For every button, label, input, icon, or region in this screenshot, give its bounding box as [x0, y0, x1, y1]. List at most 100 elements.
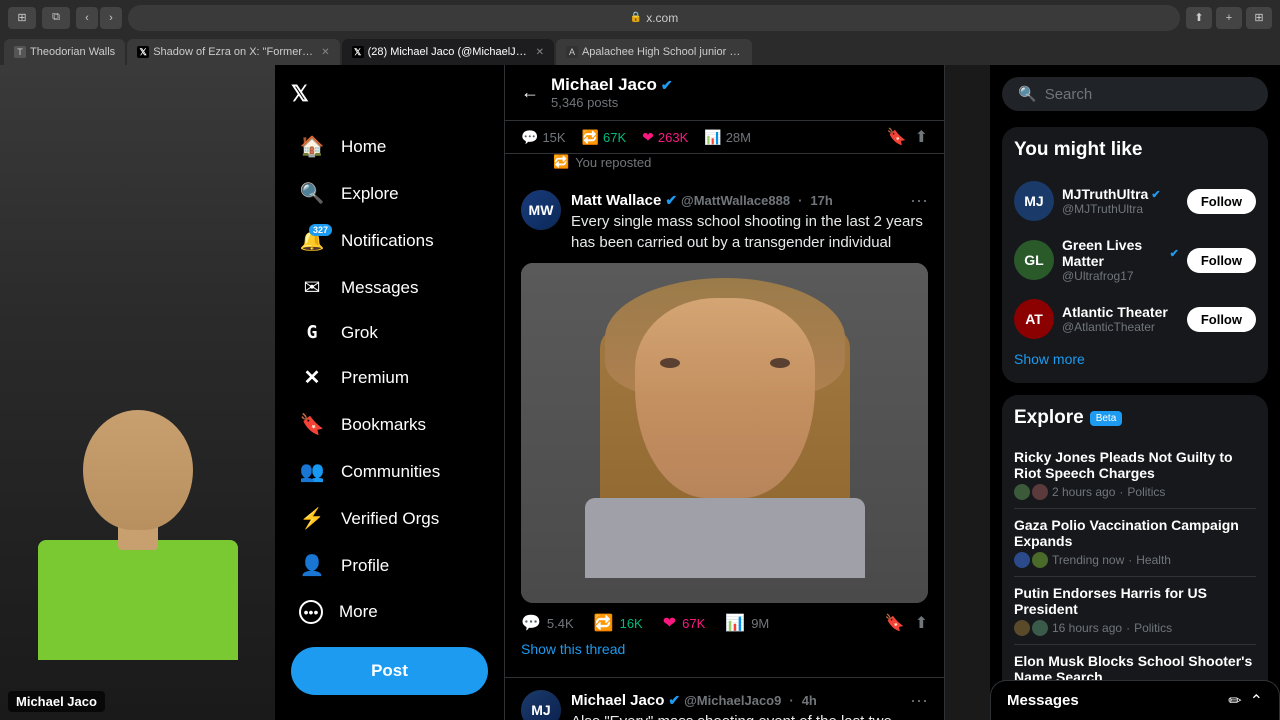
retweet-icon: 🔁: [594, 613, 614, 633]
sidebar-logo[interactable]: 𝕏: [275, 73, 504, 123]
retweet-action[interactable]: 🔁 16K: [594, 613, 643, 633]
explore-title-2: Putin Endorses Harris for US President: [1014, 585, 1256, 617]
tab-close-shadow[interactable]: ✕: [321, 47, 329, 58]
left-sidebar: 𝕏 🏠 Home 🔍 Explore 🔔 Notifications 327 ✉…: [275, 65, 505, 720]
show-more-button[interactable]: Show more: [1014, 347, 1256, 371]
share-action[interactable]: ⬆: [915, 613, 928, 633]
video-person-label: Michael Jaco: [8, 691, 105, 712]
explore-title-0: Ricky Jones Pleads Not Guilty to Riot Sp…: [1014, 449, 1256, 481]
tweet-2-more-button[interactable]: ···: [910, 690, 928, 711]
sidebar-item-verified-orgs[interactable]: ⚡ Verified Orgs: [283, 496, 496, 541]
views-icon: 📊: [704, 129, 721, 146]
stat-likes: ❤ 263K: [642, 127, 688, 147]
sidebar-item-messages[interactable]: ✉ Messages: [283, 265, 496, 310]
browser-toolbar: ⊞ ⧉ ‹ › 🔒 x.com ⬆ + ⊞: [0, 0, 1280, 35]
explore-avatars-0: [1014, 484, 1048, 500]
home-icon: 🏠: [299, 134, 325, 159]
explore-time-0: 2 hours ago: [1052, 485, 1115, 499]
bookmark-icon[interactable]: 🔖: [887, 127, 907, 147]
tweet-1-author-name: Matt Wallace ✔ @MattWallace888 · 17h: [571, 192, 833, 209]
forward-button[interactable]: ›: [100, 7, 122, 29]
explore-item-1[interactable]: Gaza Polio Vaccination Campaign Expands …: [1014, 509, 1256, 577]
reply-action[interactable]: 💬 5.4K: [521, 613, 574, 633]
address-bar[interactable]: 🔒 x.com: [128, 5, 1180, 31]
suggest-avatar-2[interactable]: AT: [1014, 299, 1054, 339]
bookmarks-icon: 🔖: [299, 412, 325, 437]
share-icon[interactable]: ⬆: [915, 127, 928, 147]
tweet-2-text: Also "Every" mass shooting event of the …: [571, 711, 928, 720]
suggest-handle-2: @AtlanticTheater: [1062, 320, 1179, 334]
tweet-2-verified: ✔: [668, 692, 680, 709]
menu-button[interactable]: ⊞: [1246, 7, 1272, 29]
premium-icon: ✕: [299, 365, 325, 390]
compose-message-icon[interactable]: ✏: [1228, 691, 1241, 711]
sidebar-item-more[interactable]: ••• More: [283, 590, 496, 634]
explore-meta-0: 2 hours ago · Politics: [1014, 484, 1256, 500]
url-text: x.com: [646, 11, 678, 25]
suggest-verified-0: ✔: [1151, 188, 1160, 201]
explore-item-2[interactable]: Putin Endorses Harris for US President 1…: [1014, 577, 1256, 645]
explore-avatars-1: [1014, 552, 1048, 568]
sidebar-item-grok[interactable]: G Grok: [283, 312, 496, 353]
tweet-2-time: 4h: [802, 693, 817, 708]
explore-dot-1: ·: [1128, 553, 1132, 567]
suggest-avatar-1[interactable]: GL: [1014, 240, 1054, 280]
tab-shadow[interactable]: 𝕏 Shadow of Ezra on X: "Former New York …: [127, 39, 339, 65]
window-btn[interactable]: ⧉: [42, 7, 70, 29]
tweet-2-avatar[interactable]: MJ: [521, 690, 561, 720]
suggest-name-2: Atlantic Theater: [1062, 304, 1179, 320]
like-action[interactable]: ❤ 67K: [663, 613, 706, 633]
suggest-info-2: Atlantic Theater @AtlanticTheater: [1062, 304, 1179, 334]
more-icon: •••: [299, 600, 323, 624]
sidebar-label-grok: Grok: [341, 323, 378, 343]
explore-item-0[interactable]: Ricky Jones Pleads Not Guilty to Riot Sp…: [1014, 441, 1256, 509]
browser-chrome: ⊞ ⧉ ‹ › 🔒 x.com ⬆ + ⊞ T Theodorian Walls…: [0, 0, 1280, 65]
follow-button-1[interactable]: Follow: [1187, 248, 1256, 273]
sidebar-item-explore[interactable]: 🔍 Explore: [283, 171, 496, 216]
back-button[interactable]: ‹: [76, 7, 98, 29]
sidebar-item-communities[interactable]: 👥 Communities: [283, 449, 496, 494]
messages-bar[interactable]: Messages ✏ ⌃: [990, 680, 1280, 720]
video-person: [0, 65, 275, 720]
suggest-item-2: AT Atlantic Theater @AtlanticTheater Fol…: [1014, 291, 1256, 347]
tab-michael-jaco[interactable]: 𝕏 (28) Michael Jaco (@MichaelJaco9) / X …: [342, 39, 554, 65]
sidebar-item-premium[interactable]: ✕ Premium: [283, 355, 496, 400]
search-bar[interactable]: 🔍 Search: [1002, 77, 1268, 111]
add-tab-button[interactable]: +: [1216, 7, 1242, 29]
tab-close-michael[interactable]: ✕: [536, 47, 544, 58]
post-button[interactable]: Post: [291, 647, 488, 695]
sidebar-item-home[interactable]: 🏠 Home: [283, 124, 496, 169]
stat-views: 📊 28M: [704, 127, 751, 147]
mini-avatar-1b: [1032, 552, 1048, 568]
tweet-2: MJ Michael Jaco ✔ @MichaelJaco9 · 4h ···: [505, 678, 944, 720]
tweet-1-content: Matt Wallace ✔ @MattWallace888 · 17h ···…: [571, 190, 928, 263]
profile-name-text: Michael Jaco: [551, 75, 657, 95]
retweet-icon: 🔁: [582, 129, 599, 146]
stat-retweets: 🔁 67K: [582, 127, 627, 147]
save-action[interactable]: 🔖: [885, 613, 905, 633]
profile-posts-count: 5,346 posts: [551, 95, 928, 110]
tweet-1-verified: ✔: [665, 192, 677, 209]
follow-button-2[interactable]: Follow: [1187, 307, 1256, 332]
share-button[interactable]: ⬆: [1186, 7, 1212, 29]
sidebar-item-bookmarks[interactable]: 🔖 Bookmarks: [283, 402, 496, 447]
tab-apalachee[interactable]: A Apalachee High School junior who sat n…: [556, 39, 752, 65]
sidebar-item-profile[interactable]: 👤 Profile: [283, 543, 496, 588]
retweets-count: 67K: [603, 130, 626, 145]
screen-btn[interactable]: ⊞: [8, 7, 36, 29]
explore-dot-2: ·: [1126, 621, 1130, 635]
expand-messages-icon[interactable]: ⌃: [1250, 691, 1263, 711]
tweet-1-more-button[interactable]: ···: [910, 190, 928, 211]
suggest-av-inner-1: GL: [1014, 240, 1054, 280]
profile-header: ← Michael Jaco ✔ 5,346 posts: [505, 65, 944, 121]
tweet-2-author-line: Michael Jaco ✔ @MichaelJaco9 · 4h ···: [571, 690, 928, 711]
tab-theodorian[interactable]: T Theodorian Walls: [4, 39, 125, 65]
suggest-avatar-0[interactable]: MJ: [1014, 181, 1054, 221]
tab-favicon-theodorian: T: [14, 46, 26, 58]
explore-avatars-2: [1014, 620, 1048, 636]
back-button[interactable]: ←: [521, 82, 539, 103]
tweet-1-avatar[interactable]: MW: [521, 190, 561, 230]
follow-button-0[interactable]: Follow: [1187, 189, 1256, 214]
sidebar-item-notifications[interactable]: 🔔 Notifications 327: [283, 218, 496, 263]
show-thread-button[interactable]: Show this thread: [521, 633, 928, 665]
